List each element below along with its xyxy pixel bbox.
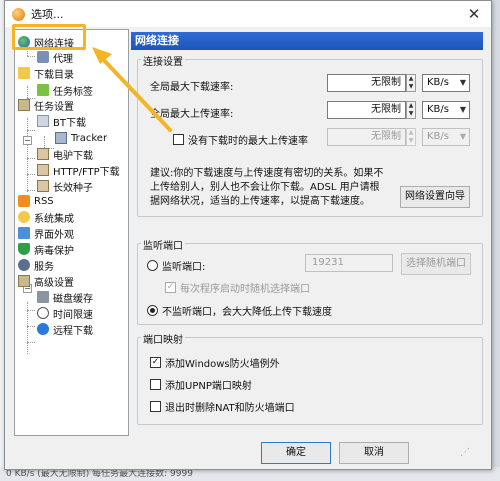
firewall-checkbox[interactable]: ✓: [150, 357, 161, 368]
tree-item-appearance[interactable]: 界面外观: [18, 225, 74, 241]
max-upload-unit-select[interactable]: KB/s ▼: [422, 101, 470, 119]
tracker-icon: [55, 132, 67, 144]
tree-item-service[interactable]: 服务: [18, 257, 54, 273]
tree-item-http-ftp[interactable]: HTTP/FTP下载: [37, 162, 120, 178]
appearance-icon: [18, 227, 30, 239]
service-icon: [18, 259, 30, 271]
no-listen-label: 不监听端口，会大大降低上传下载速度: [162, 307, 332, 318]
max-upload-input[interactable]: 无限制: [327, 101, 406, 119]
tree-item-system[interactable]: 系统集成: [18, 209, 74, 225]
shield-icon: [18, 243, 30, 255]
random-each-start-label: 每次程序启动时随机选择端口: [180, 284, 310, 295]
firewall-label: 添加Windows防火墙例外: [165, 359, 280, 370]
no-listen-radio[interactable]: [147, 305, 158, 316]
connection-group-title: 连接设置: [141, 53, 185, 68]
rss-icon: [18, 195, 30, 207]
close-button[interactable]: ✕: [457, 1, 491, 27]
no-task-upload-unit-select[interactable]: KB/s ▼: [422, 128, 470, 146]
max-download-input[interactable]: 无限制: [327, 74, 406, 92]
listen-group-title: 监听端口: [141, 237, 185, 252]
window-title: 选项...: [31, 8, 64, 21]
emule-icon: [37, 148, 49, 160]
remote-download-icon: [37, 323, 49, 335]
max-upload-label: 全局最大上传速率:: [150, 109, 234, 120]
no-task-upload-label: 没有下载时的最大上传速率: [188, 136, 308, 147]
no-task-upload-spinner[interactable]: ▲ ▼: [406, 128, 416, 146]
tag-icon: [37, 84, 49, 96]
task-settings-icon: [18, 99, 30, 111]
upnp-checkbox[interactable]: [150, 379, 161, 390]
disk-icon: [37, 291, 49, 303]
listen-port-radio[interactable]: [147, 260, 158, 271]
upnp-label: 添加UPNP端口映射: [165, 381, 252, 392]
tree-item-virus[interactable]: 病毒保护: [18, 241, 74, 257]
tree-item-bt[interactable]: BT下载: [37, 113, 86, 129]
system-integration-icon: [18, 211, 30, 223]
cancel-button[interactable]: 取消: [339, 442, 409, 464]
tree-item-remote[interactable]: 远程下载: [37, 321, 93, 337]
tree-item-advanced[interactable]: 高级设置: [18, 273, 74, 289]
tree-item-seeds[interactable]: 长效种子: [37, 178, 93, 194]
panel-title: 网络连接: [131, 32, 483, 50]
advanced-icon: [18, 275, 30, 287]
remove-on-exit-checkbox[interactable]: [150, 401, 161, 412]
bandwidth-hint: 建议:你的下载速度与上传速度有密切的关系。如果不上传给别人，别人也不会让你下载。…: [150, 168, 384, 207]
tree-item-task-tags[interactable]: 任务标签: [37, 82, 93, 98]
bt-icon: [37, 115, 49, 127]
settings-tree[interactable]: − − 网络连接 代理 下载目录 任务标签 任务设置 BT下载 Tracker: [14, 29, 129, 436]
highlight-frame: [12, 24, 86, 50]
tree-item-task-settings[interactable]: 任务设置: [18, 97, 74, 113]
http-icon: [37, 164, 49, 176]
listen-port-label: 监听端口:: [162, 262, 206, 273]
app-icon: [12, 7, 25, 21]
chevron-down-icon: ▼: [459, 78, 466, 87]
tree-item-time-limit[interactable]: 时间限速: [37, 305, 93, 321]
port-mapping-group-title: 端口映射: [141, 331, 185, 346]
random-port-button[interactable]: 选择随机端口: [401, 253, 471, 275]
no-task-upload-input[interactable]: 无限制: [327, 128, 406, 146]
tree-item-rss[interactable]: RSS: [18, 193, 54, 209]
remove-on-exit-label: 退出时删除NAT和防火墙端口: [165, 403, 295, 414]
tree-item-download-dir[interactable]: 下载目录: [18, 65, 74, 81]
port-input[interactable]: 19231: [305, 254, 393, 272]
tree-item-tracker[interactable]: Tracker: [55, 130, 107, 146]
no-task-upload-checkbox[interactable]: [173, 134, 184, 145]
tree-item-emule[interactable]: 电驴下载: [37, 146, 93, 162]
max-download-label: 全局最大下载速率:: [150, 82, 234, 93]
collapse-toggle-bt[interactable]: −: [23, 136, 32, 145]
max-upload-spinner[interactable]: ▲ ▼: [406, 101, 416, 119]
random-each-start-checkbox[interactable]: ✓: [165, 282, 176, 293]
resize-grip-icon[interactable]: ⋰: [460, 447, 471, 458]
max-download-unit-select[interactable]: KB/s ▼: [422, 74, 470, 92]
network-wizard-button[interactable]: 网络设置向导: [400, 186, 470, 208]
seed-icon: [37, 180, 49, 192]
options-dialog: 选项... ✕ − − 网络连接 代理 下载目录 任务标签 任务设置 BT下载 …: [4, 0, 492, 470]
proxy-icon: [37, 51, 49, 63]
max-download-spinner[interactable]: ▲ ▼: [406, 74, 416, 92]
chevron-down-icon: ▼: [459, 105, 466, 114]
tree-item-disk-cache[interactable]: 磁盘缓存: [37, 289, 93, 305]
clock-icon: [37, 307, 49, 319]
tree-item-proxy[interactable]: 代理: [37, 49, 73, 65]
folder-icon: [18, 67, 30, 79]
chevron-down-icon: ▼: [459, 132, 466, 141]
ok-button[interactable]: 确定: [261, 442, 331, 464]
